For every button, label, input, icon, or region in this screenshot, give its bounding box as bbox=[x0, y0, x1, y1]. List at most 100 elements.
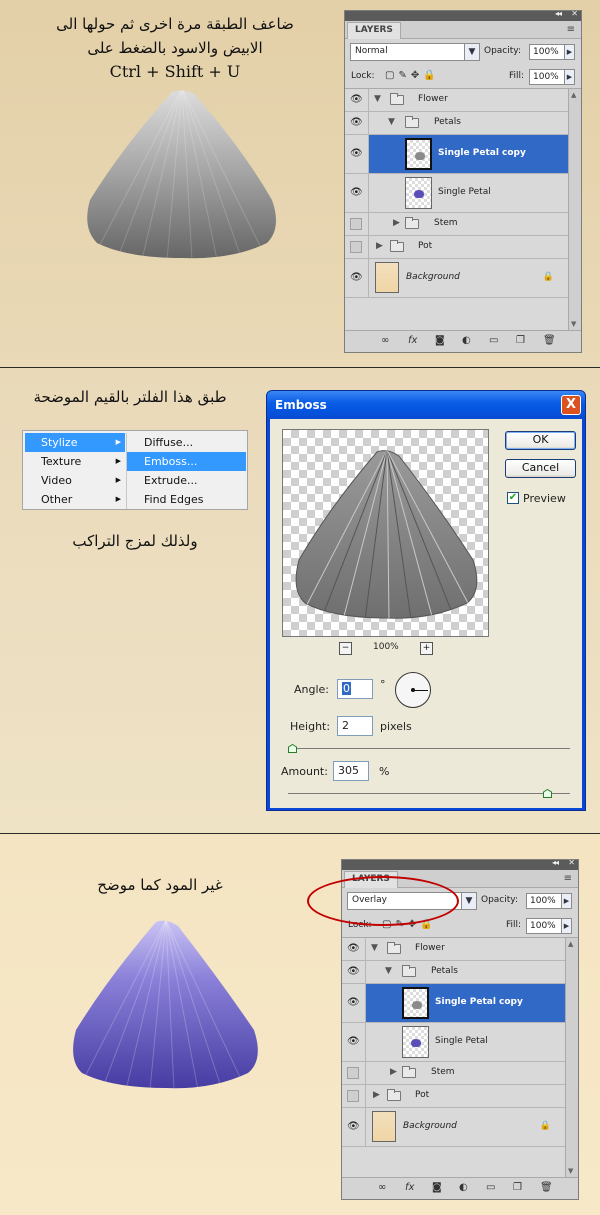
eye-icon[interactable]: 👁 bbox=[347, 997, 360, 1008]
mask-icon[interactable]: ◙ bbox=[432, 1182, 442, 1193]
layer-row-petals[interactable]: 👁 ▼ Petals bbox=[345, 112, 568, 135]
chevron-right-icon[interactable]: ▶ bbox=[561, 919, 571, 933]
layer-row-flower[interactable]: 👁 ▼ Flower bbox=[345, 89, 568, 112]
layer-row-background[interactable]: 👁 Background 🔒 bbox=[345, 259, 568, 298]
expand-triangle-icon[interactable]: ▼ bbox=[371, 943, 378, 953]
chevron-down-icon[interactable]: ▼ bbox=[461, 893, 476, 909]
step2-instruction: طبق هذا الفلتر بالقيم الموضحة bbox=[33, 388, 227, 406]
trash-icon[interactable]: 🗑 bbox=[543, 335, 556, 346]
opacity-input[interactable]: 100% ▶ bbox=[529, 44, 575, 60]
lock-options-icons[interactable]: ▢✎✥🔒 bbox=[385, 70, 440, 81]
fx-icon[interactable]: fx bbox=[408, 335, 417, 346]
preview-checkbox[interactable]: ✔ bbox=[507, 492, 519, 504]
collapse-triangle-icon[interactable]: ▶ bbox=[393, 218, 400, 228]
emboss-preview[interactable] bbox=[282, 429, 489, 637]
eye-icon[interactable]: 👁 bbox=[350, 117, 363, 128]
layer-row-background[interactable]: 👁 Background 🔒 bbox=[342, 1108, 565, 1147]
blend-mode-select[interactable]: Normal ▼ bbox=[350, 43, 480, 61]
new-group-icon[interactable]: ▭ bbox=[489, 335, 498, 346]
layer-name: Stem bbox=[431, 1067, 455, 1077]
visibility-toggle[interactable] bbox=[347, 1067, 359, 1079]
angle-input[interactable]: 0 bbox=[337, 679, 373, 699]
fill-value: 100% bbox=[530, 921, 556, 931]
layer-row-single-petal-copy[interactable]: 👁 Single Petal copy bbox=[345, 135, 568, 174]
opacity-input[interactable]: 100% ▶ bbox=[526, 893, 572, 909]
menu-item-texture[interactable]: Texture ▶ bbox=[25, 452, 125, 471]
expand-triangle-icon[interactable]: ▼ bbox=[374, 94, 381, 104]
menu-item-diffuse[interactable]: Diffuse... bbox=[127, 433, 246, 452]
layer-row-flower[interactable]: 👁 ▼ Flower bbox=[342, 938, 565, 961]
layer-name: Single Petal copy bbox=[438, 148, 526, 158]
chevron-right-icon[interactable]: ▶ bbox=[561, 894, 571, 908]
fill-input[interactable]: 100% ▶ bbox=[529, 69, 575, 85]
collapse-triangle-icon[interactable]: ▶ bbox=[390, 1067, 397, 1077]
expand-triangle-icon[interactable]: ▼ bbox=[388, 117, 395, 127]
link-icon[interactable]: ∞ bbox=[378, 1182, 386, 1193]
new-layer-icon[interactable]: ❐ bbox=[516, 335, 525, 346]
chevron-down-icon[interactable]: ▼ bbox=[464, 44, 479, 60]
layer-row-petals[interactable]: 👁 ▼ Petals bbox=[342, 961, 565, 984]
fx-icon[interactable]: fx bbox=[405, 1182, 414, 1193]
folder-icon bbox=[402, 965, 416, 977]
menu-item-other[interactable]: Other ▶ bbox=[25, 490, 125, 509]
menu-item-video[interactable]: Video ▶ bbox=[25, 471, 125, 490]
height-slider-track[interactable] bbox=[288, 748, 570, 749]
mask-icon[interactable]: ◙ bbox=[435, 335, 445, 346]
close-button[interactable]: X bbox=[561, 395, 581, 415]
opacity-value: 100% bbox=[530, 896, 556, 906]
layers-panel-top: ◂◂ ✕ LAYERS ≡ Normal ▼ Opacity: 100% ▶ Lock… bbox=[344, 9, 582, 353]
layer-row-single-petal-copy[interactable]: 👁 Single Petal copy bbox=[342, 984, 565, 1023]
new-group-icon[interactable]: ▭ bbox=[486, 1182, 495, 1193]
menu-item-find-edges[interactable]: Find Edges bbox=[127, 490, 246, 509]
fill-input[interactable]: 100% ▶ bbox=[526, 918, 572, 934]
panel-menu-icon[interactable]: ≡ bbox=[567, 24, 575, 35]
chevron-right-icon[interactable]: ▶ bbox=[564, 45, 574, 59]
collapse-triangle-icon[interactable]: ▶ bbox=[373, 1090, 380, 1100]
visibility-toggle[interactable] bbox=[350, 218, 362, 230]
eye-icon[interactable]: 👁 bbox=[347, 943, 360, 954]
trash-icon[interactable]: 🗑 bbox=[540, 1182, 553, 1193]
eye-icon[interactable]: 👁 bbox=[347, 966, 360, 977]
link-icon[interactable]: ∞ bbox=[381, 335, 389, 346]
amount-input[interactable]: 305 bbox=[333, 761, 369, 781]
menu-item-stylize[interactable]: Stylize ▶ bbox=[25, 433, 125, 452]
zoom-out-button[interactable]: − bbox=[339, 642, 352, 655]
adjustment-icon[interactable]: ◐ bbox=[462, 335, 471, 346]
ok-button[interactable]: OK bbox=[505, 431, 576, 450]
eye-icon[interactable]: 👁 bbox=[350, 272, 363, 283]
eye-icon[interactable]: 👁 bbox=[347, 1121, 360, 1132]
menu-item-extrude[interactable]: Extrude... bbox=[127, 471, 246, 490]
eye-icon[interactable]: 👁 bbox=[350, 148, 363, 159]
expand-triangle-icon[interactable]: ▼ bbox=[385, 966, 392, 976]
new-layer-icon[interactable]: ❐ bbox=[513, 1182, 522, 1193]
eye-icon[interactable]: 👁 bbox=[347, 1036, 360, 1047]
scrollbar[interactable]: ▲ ▼ bbox=[568, 89, 581, 330]
layer-row-single-petal[interactable]: 👁 Single Petal bbox=[342, 1023, 565, 1062]
scrollbar[interactable]: ▲ ▼ bbox=[565, 938, 578, 1177]
adjustment-icon[interactable]: ◐ bbox=[459, 1182, 468, 1193]
eye-icon[interactable]: 👁 bbox=[350, 187, 363, 198]
eye-icon[interactable]: 👁 bbox=[350, 94, 363, 105]
layer-row-stem[interactable]: ▶ Stem bbox=[342, 1062, 565, 1085]
zoom-in-button[interactable]: + bbox=[420, 642, 433, 655]
cancel-button[interactable]: Cancel bbox=[505, 459, 576, 478]
panel-menu-icon[interactable]: ≡ bbox=[564, 873, 572, 884]
dialog-titlebar[interactable]: Emboss X bbox=[267, 391, 585, 419]
amount-slider-track[interactable] bbox=[288, 793, 570, 794]
collapse-triangle-icon[interactable]: ▶ bbox=[376, 241, 383, 251]
menu-item-label: Texture bbox=[41, 455, 82, 468]
amount-slider-thumb[interactable] bbox=[542, 789, 552, 798]
layer-name: Pot bbox=[415, 1090, 430, 1100]
layer-row-stem[interactable]: ▶ Stem bbox=[345, 213, 568, 236]
visibility-toggle[interactable] bbox=[347, 1090, 359, 1102]
layer-row-single-petal[interactable]: 👁 Single Petal bbox=[345, 174, 568, 213]
layer-row-pot[interactable]: ▶ Pot bbox=[345, 236, 568, 259]
height-slider-thumb[interactable] bbox=[287, 744, 297, 753]
visibility-toggle[interactable] bbox=[350, 241, 362, 253]
layers-tab[interactable]: LAYERS bbox=[347, 22, 401, 39]
chevron-right-icon[interactable]: ▶ bbox=[564, 70, 574, 84]
menu-item-emboss[interactable]: Emboss... bbox=[127, 452, 246, 471]
height-input[interactable]: 2 bbox=[337, 716, 373, 736]
angle-dial[interactable] bbox=[395, 672, 431, 708]
layer-row-pot[interactable]: ▶ Pot bbox=[342, 1085, 565, 1108]
